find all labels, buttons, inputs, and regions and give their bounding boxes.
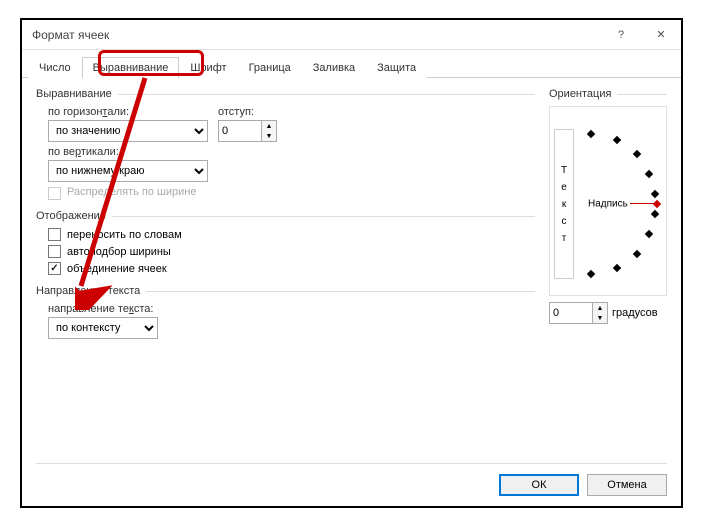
alignment-group-title: Выравнивание <box>36 88 535 100</box>
display-group: Отображение переносить по словам автопод… <box>36 210 535 275</box>
footer: ОК Отмена <box>499 474 667 496</box>
tab-border[interactable]: Граница <box>238 57 302 78</box>
orient-arc[interactable]: Надпись <box>580 129 664 279</box>
tab-protection[interactable]: Защита <box>366 57 427 78</box>
indent-up[interactable]: ▲ <box>262 121 276 131</box>
close-button[interactable]: ✕ <box>641 20 681 50</box>
tab-fill[interactable]: Заливка <box>302 57 366 78</box>
dialog-frame: Формат ячеек ? ✕ Число Выравнивание Шриф… <box>20 18 683 508</box>
titlebar: Формат ячеек ? ✕ <box>22 20 681 50</box>
distribute-label: Распределять по ширине <box>67 186 196 198</box>
left-column: Выравнивание по горизонтали: по значению… <box>36 88 535 349</box>
textdir-label: направление текста: <box>48 303 535 315</box>
tab-font[interactable]: Шрифт <box>179 57 237 78</box>
wrap-label: переносить по словам <box>67 229 182 241</box>
help-button[interactable]: ? <box>601 20 641 50</box>
degrees-up[interactable]: ▲ <box>593 303 607 313</box>
indent-label: отступ: <box>218 106 277 118</box>
vertical-combo[interactable]: по нижнему краю <box>48 160 208 182</box>
indent-input[interactable] <box>219 121 261 141</box>
tab-number[interactable]: Число <box>28 57 82 78</box>
degrees-spinner[interactable]: ▲▼ <box>549 302 608 324</box>
degrees-label: градусов <box>612 307 658 319</box>
orient-caption: Надпись <box>588 199 628 210</box>
wrap-checkbox[interactable] <box>48 228 61 241</box>
tab-alignment[interactable]: Выравнивание <box>82 57 180 78</box>
indent-spinner[interactable]: ▲▼ <box>218 120 277 142</box>
shrink-label: автоподбор ширины <box>67 246 171 258</box>
footer-separator <box>36 463 667 464</box>
window-title: Формат ячеек <box>32 28 601 42</box>
merge-label: объединение ячеек <box>67 263 167 275</box>
shrink-checkbox[interactable] <box>48 245 61 258</box>
indent-down[interactable]: ▼ <box>262 131 276 141</box>
distribute-checkbox <box>48 187 61 200</box>
right-column: Ориентация Текст Надпись <box>549 88 667 349</box>
horizontal-combo[interactable]: по значению <box>48 120 208 142</box>
orient-group-title: Ориентация <box>549 88 667 100</box>
degrees-down[interactable]: ▼ <box>593 313 607 323</box>
textdir-group-title: Направление текста <box>36 285 535 297</box>
display-group-title: Отображение <box>36 210 535 222</box>
textdir-combo[interactable]: по контексту <box>48 317 158 339</box>
vertical-label: по вертикали: <box>48 146 535 158</box>
cancel-button[interactable]: Отмена <box>587 474 667 496</box>
degrees-input[interactable] <box>550 303 592 323</box>
alignment-group: Выравнивание по горизонтали: по значению… <box>36 88 535 200</box>
content-area: Выравнивание по горизонтали: по значению… <box>22 78 681 359</box>
tab-strip: Число Выравнивание Шрифт Граница Заливка… <box>22 50 681 78</box>
orientation-box: Текст Надпись <box>549 106 667 296</box>
ok-button[interactable]: ОК <box>499 474 579 496</box>
horizontal-label: по горизонтали: <box>48 106 208 118</box>
orient-vertical-button[interactable]: Текст <box>554 129 574 279</box>
textdir-group: Направление текста направление текста: п… <box>36 285 535 339</box>
merge-checkbox[interactable] <box>48 262 61 275</box>
